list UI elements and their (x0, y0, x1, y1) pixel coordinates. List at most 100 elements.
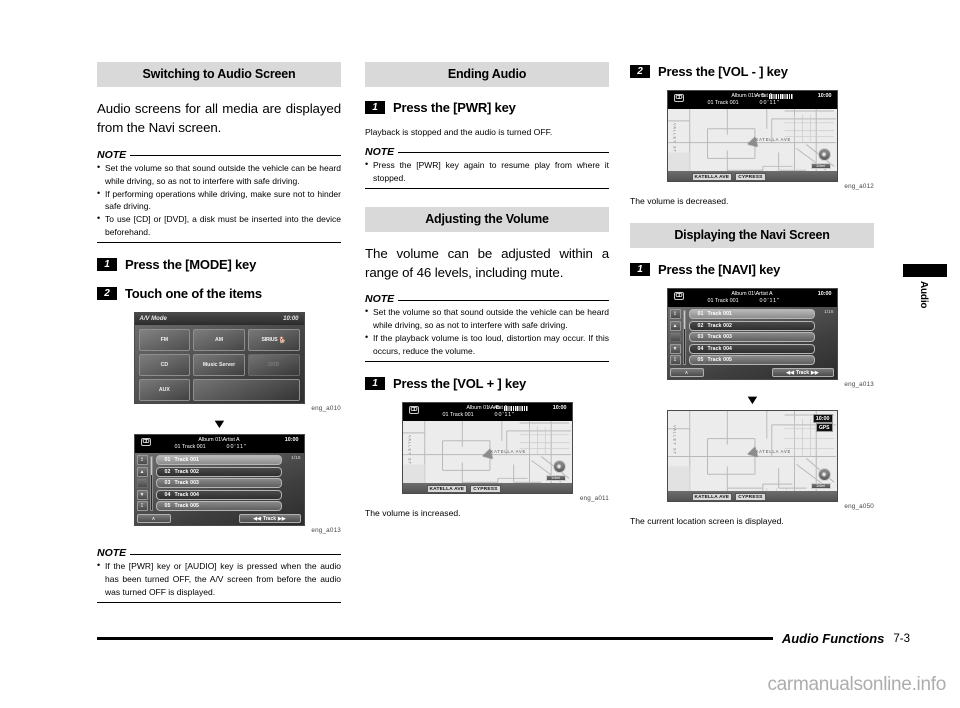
cd-button-top[interactable]: ↥ (669, 309, 681, 319)
cd-track-row[interactable]: 01 Track 001 (155, 455, 282, 466)
cd-track-row[interactable]: 02 Track 002 (688, 320, 815, 331)
side-tab-audio: Audio (903, 264, 947, 308)
cd-track-row[interactable]: 04 Track 004 (155, 489, 282, 500)
note-block-left-1: NOTE Set the volume so that sound outsid… (97, 149, 341, 244)
cd-scrollbar[interactable] (682, 310, 686, 365)
note-item: If the [PWR] key or [AUDIO] key is press… (97, 559, 341, 599)
figure-map-volume-down-screen: CD Album 01\Artist A 01 Track 001 00'11"… (666, 90, 838, 182)
cd-button-down[interactable]: ▼ (669, 343, 681, 354)
cd-scrollbar[interactable] (149, 456, 153, 512)
cd-elapsed-time: 00'11" (759, 100, 781, 106)
cd-track-row[interactable]: 03 Track 003 (688, 332, 815, 342)
step-number: 1 (97, 258, 117, 272)
step-number: 2 (97, 287, 117, 301)
av-button-dvd[interactable]: DVD (247, 354, 300, 377)
figure-av-mode-screen: A/V Mode 10:00 FM AM SIRIUS 🐕 CD Music S… (133, 312, 305, 405)
prev-track-icon: ◀◀ (253, 515, 261, 522)
map-scale-indicator[interactable]: 1/4mi (545, 475, 566, 482)
cd-button-bottom[interactable]: ↧ (136, 501, 148, 512)
figure-navi-current-location-screen: VALLEY ST KATELLA AVE 10:00 GPS ◉ 1/4mi … (666, 410, 838, 502)
av-button-am[interactable]: AM (193, 329, 245, 352)
cd-track-name: Track 001 (174, 457, 200, 464)
av-sirius-label: SIRIUS (261, 337, 278, 344)
cd-track-row[interactable]: 04 Track 004 (688, 343, 815, 354)
note-item: If the playback volume is too loud, dist… (365, 331, 609, 358)
cd-page-indicator: 1/15 (291, 456, 301, 462)
av-button-music-server[interactable]: Music Server (193, 354, 245, 377)
cd-track-row[interactable]: 05 Track 005 (155, 501, 282, 512)
cd-button-up[interactable]: ▲ (136, 466, 148, 477)
map-canvas[interactable]: VALLEY ST KATELLA AVE 10:00 GPS ◉ 1/4mi … (667, 411, 837, 501)
cd-button-stop[interactable]: □ (669, 332, 681, 342)
speaker-icon: ♪ (487, 405, 490, 412)
compass-icon[interactable]: ◉ (817, 148, 831, 161)
cd-track-seek-button[interactable]: ◀◀ Track ▶▶ (771, 368, 834, 377)
av-button-sirius[interactable]: SIRIUS 🐕 (247, 329, 300, 352)
section-heading-switching-audio: Switching to Audio Screen (97, 62, 341, 87)
cd-track-name: Track 004 (174, 491, 200, 498)
cd-back-button[interactable]: ∧ (669, 368, 704, 377)
cd-album-artist: Album 01\Artist A (731, 291, 773, 297)
step-press-navi-key: 1 Press the [NAVI] key (630, 262, 874, 277)
av-button-cd[interactable]: CD (138, 354, 191, 377)
note-item: Set the volume so that sound outside the… (97, 161, 341, 188)
cd-track-row[interactable]: 05 Track 005 (688, 355, 815, 365)
cd-track-seek-button[interactable]: ◀◀ Track ▶▶ (238, 514, 301, 524)
step-press-mode-key: 1 Press the [MODE] key (97, 257, 341, 272)
map-scale-indicator[interactable]: 1/4mi (810, 163, 831, 169)
cd-current-track: 01 Track 001 (442, 412, 474, 419)
map-street-label: KATELLA AVE (755, 449, 792, 454)
cd-current-track: 01 Track 001 (707, 100, 739, 106)
map-canvas[interactable]: VALLEY ST KATELLA AVE ◉ 1/4mi KATELLA AV… (402, 421, 572, 494)
note-list: Press the [PWR] key again to resume play… (365, 158, 609, 185)
cd-header: CD Album 01\Artist A 01 Track 001 00'11"… (134, 435, 304, 454)
cd-track-name: Track 003 (707, 334, 733, 340)
section-heading-ending-audio: Ending Audio (365, 62, 609, 87)
map-canvas[interactable]: VALLEY ST KATELLA AVE ◉ 1/4mi KATELLA AV… (667, 109, 837, 181)
cd-track-name: Track 005 (174, 503, 200, 510)
av-button-fm[interactable]: FM (138, 329, 191, 352)
map-chip-street: KATELLA AVE (691, 173, 733, 181)
column-right: 2 Press the [VOL - ] key CD Album 01\Art… (630, 62, 874, 526)
step-number: 1 (365, 101, 385, 114)
map-street-label: KATELLA AVE (755, 137, 792, 142)
cd-button-bottom[interactable]: ↧ (669, 355, 681, 365)
figure-caption: eng_a012 (844, 183, 874, 190)
note-item: Press the [PWR] key again to resume play… (365, 158, 609, 185)
cd-track-row[interactable]: 03 Track 003 (155, 478, 282, 489)
map-chip-street: KATELLA AVE (426, 485, 468, 494)
note-heading: NOTE (365, 146, 609, 158)
cd-button-top[interactable]: ↥ (136, 455, 148, 466)
cd-track-row[interactable]: 01 Track 001 (688, 309, 815, 319)
step-number: 2 (630, 65, 650, 78)
note-label: NOTE (365, 145, 395, 158)
cd-button-down[interactable]: ▼ (136, 489, 148, 500)
compass-icon[interactable]: ◉ (817, 468, 831, 481)
map-scale-indicator[interactable]: 1/4mi (810, 483, 831, 489)
map-chip-city: CYPRESS (735, 173, 766, 181)
page-number: 7-3 (893, 632, 910, 645)
figure-caption: eng_a013 (311, 527, 341, 535)
cd-footer: ∧ ◀◀ Track ▶▶ (669, 368, 834, 377)
note-rule (130, 155, 341, 157)
cd-track-number: 01 (697, 311, 704, 317)
note-list: Set the volume so that sound outside the… (365, 305, 609, 358)
compass-icon[interactable]: ◉ (552, 460, 566, 474)
cd-track-row[interactable]: 02 Track 002 (155, 466, 282, 477)
figure-caption: eng_a013 (844, 381, 874, 388)
note-item: To use [CD] or [DVD], a disk must be ins… (97, 212, 341, 239)
cd-back-button[interactable]: ∧ (136, 514, 171, 524)
note-block-middle-1: NOTE Press the [PWR] key again to resume… (365, 146, 609, 189)
figure-note: The volume is decreased. (630, 196, 729, 206)
cd-album-artist: Album 01\Artist A (731, 93, 773, 99)
note-rule (130, 553, 341, 555)
section-heading-adjusting-volume: Adjusting the Volume (365, 206, 609, 232)
cd-current-track: 01 Track 001 (174, 444, 206, 451)
cd-track-number: 02 (697, 322, 704, 329)
cd-button-up[interactable]: ▲ (669, 320, 681, 331)
volume-level: 5 (761, 93, 765, 99)
av-button-aux[interactable]: AUX (138, 379, 191, 402)
cd-footer: ∧ ◀◀ Track ▶▶ (136, 514, 301, 524)
cd-button-stop[interactable]: □ (136, 478, 148, 489)
note-item: Set the volume so that sound outside the… (365, 305, 609, 332)
